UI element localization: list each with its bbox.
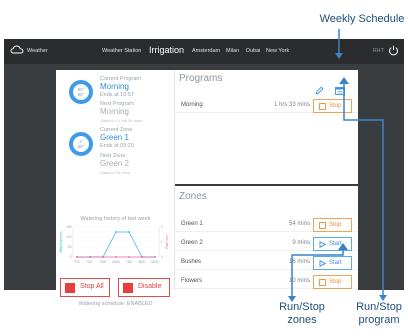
annotated-screenshot: Weekly Schedule Run/Stop zones Run/Stop … bbox=[0, 0, 408, 336]
weekly-schedule-arrowhead bbox=[335, 53, 343, 59]
zones-arrowhead-bottom bbox=[288, 296, 296, 302]
callout-connectors bbox=[288, 29, 387, 302]
zones-connector bbox=[291, 250, 344, 296]
program-arrowhead-top bbox=[339, 77, 349, 84]
program-connector bbox=[343, 84, 384, 295]
zones-arrowhead-top bbox=[338, 243, 348, 250]
program-arrowhead-bottom bbox=[379, 295, 387, 301]
